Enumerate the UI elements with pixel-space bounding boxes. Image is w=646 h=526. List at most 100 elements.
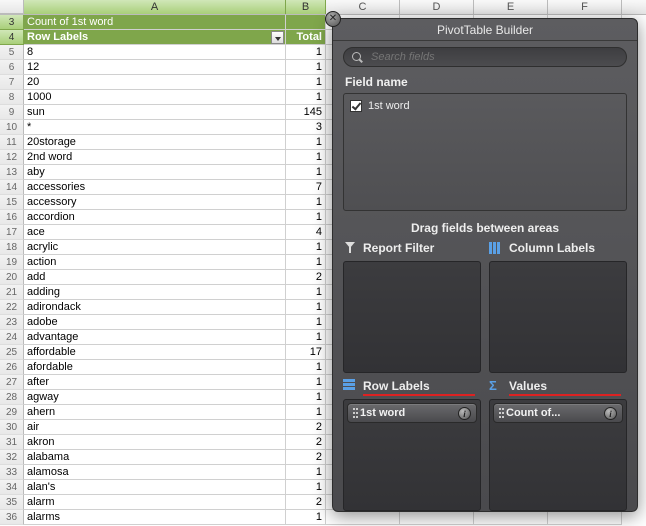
area-report-filter[interactable] [343, 261, 481, 373]
row-number[interactable]: 10 [0, 120, 24, 135]
row-label-cell[interactable]: add [24, 270, 286, 285]
info-icon[interactable]: i [458, 407, 471, 420]
row-label-cell[interactable]: adding [24, 285, 286, 300]
row-value-cell[interactable]: 1 [286, 210, 326, 225]
row-label-cell[interactable]: adobe [24, 315, 286, 330]
row-number[interactable]: 33 [0, 465, 24, 480]
row-value-cell[interactable]: 145 [286, 105, 326, 120]
row-label-cell[interactable]: akron [24, 435, 286, 450]
row-value-cell[interactable]: 1 [286, 465, 326, 480]
area-row-labels[interactable]: 1st word i [343, 399, 481, 511]
row-number[interactable]: 14 [0, 180, 24, 195]
row-number[interactable]: 16 [0, 210, 24, 225]
row-value-cell[interactable]: 1 [286, 90, 326, 105]
row-value-cell[interactable]: 1 [286, 375, 326, 390]
row-label-cell[interactable]: ace [24, 225, 286, 240]
row-number[interactable]: 31 [0, 435, 24, 450]
row-number[interactable]: 6 [0, 60, 24, 75]
row-value-cell[interactable]: 4 [286, 225, 326, 240]
row-number[interactable]: 19 [0, 255, 24, 270]
row-value-cell[interactable]: 1 [286, 285, 326, 300]
row-number[interactable]: 18 [0, 240, 24, 255]
filter-dropdown-icon[interactable] [271, 31, 284, 44]
row-value-cell[interactable]: 1 [286, 135, 326, 150]
row-label-cell[interactable]: affordable [24, 345, 286, 360]
row-value-cell[interactable]: 1 [286, 60, 326, 75]
row-number[interactable]: 35 [0, 495, 24, 510]
field-item-1st-word[interactable]: 1st word [350, 98, 620, 114]
row-value-cell[interactable]: 2 [286, 450, 326, 465]
row-value-cell[interactable]: 1 [286, 510, 326, 525]
row-number[interactable]: 5 [0, 45, 24, 60]
row-value-cell[interactable]: 1 [286, 360, 326, 375]
row-value-cell[interactable]: 1 [286, 195, 326, 210]
row-number[interactable]: 29 [0, 405, 24, 420]
select-all-corner[interactable] [0, 0, 24, 14]
row-label-cell[interactable]: accessories [24, 180, 286, 195]
row-number[interactable]: 17 [0, 225, 24, 240]
row-label-cell[interactable]: acrylic [24, 240, 286, 255]
row-label-cell[interactable]: 20storage [24, 135, 286, 150]
row-value-cell[interactable]: 2 [286, 495, 326, 510]
search-input[interactable] [369, 50, 618, 64]
col-header-F[interactable]: F [548, 0, 622, 14]
row-label-cell[interactable]: alamosa [24, 465, 286, 480]
row-label-cell[interactable]: ahern [24, 405, 286, 420]
row-value-cell[interactable]: 1 [286, 330, 326, 345]
row-value-cell[interactable]: 1 [286, 150, 326, 165]
checkbox-icon[interactable] [350, 100, 362, 112]
row-label-cell[interactable]: 1000 [24, 90, 286, 105]
row-label-cell[interactable]: alabama [24, 450, 286, 465]
col-header-A[interactable]: A [24, 0, 286, 14]
row-label-cell[interactable]: 8 [24, 45, 286, 60]
row-number[interactable]: 15 [0, 195, 24, 210]
row-number[interactable]: 11 [0, 135, 24, 150]
row-value-cell[interactable]: 1 [286, 405, 326, 420]
row-label-cell[interactable]: sun [24, 105, 286, 120]
row-labels-header[interactable]: Row Labels [24, 30, 286, 45]
row-number[interactable]: 30 [0, 420, 24, 435]
row-label-cell[interactable]: 2nd word [24, 150, 286, 165]
row-label-cell[interactable]: action [24, 255, 286, 270]
row-number[interactable]: 22 [0, 300, 24, 315]
row-number[interactable]: 12 [0, 150, 24, 165]
row-number[interactable]: 7 [0, 75, 24, 90]
row-label-cell[interactable]: 12 [24, 60, 286, 75]
pivot-title-cell[interactable]: Count of 1st word [24, 15, 286, 30]
field-list[interactable]: 1st word [343, 93, 627, 211]
row-label-cell[interactable]: after [24, 375, 286, 390]
row-value-cell[interactable]: 1 [286, 45, 326, 60]
row-number[interactable]: 24 [0, 330, 24, 345]
row-value-cell[interactable]: 1 [286, 75, 326, 90]
row-value-cell[interactable]: 1 [286, 480, 326, 495]
row-number[interactable]: 3 [0, 15, 24, 30]
row-number[interactable]: 23 [0, 315, 24, 330]
info-icon[interactable]: i [604, 407, 617, 420]
row-label-cell[interactable]: advantage [24, 330, 286, 345]
col-header-B[interactable]: B [286, 0, 326, 14]
row-value-cell[interactable]: 1 [286, 315, 326, 330]
row-value-cell[interactable]: 1 [286, 300, 326, 315]
row-number[interactable]: 9 [0, 105, 24, 120]
row-value-cell[interactable]: 2 [286, 420, 326, 435]
row-value-cell[interactable]: 7 [286, 180, 326, 195]
row-number[interactable]: 4 [0, 30, 24, 45]
row-label-cell[interactable]: adirondack [24, 300, 286, 315]
row-number[interactable]: 8 [0, 90, 24, 105]
field-search[interactable] [343, 47, 627, 67]
row-label-cell[interactable]: accordion [24, 210, 286, 225]
row-number[interactable]: 21 [0, 285, 24, 300]
row-label-cell[interactable]: accessory [24, 195, 286, 210]
row-number[interactable]: 26 [0, 360, 24, 375]
row-number[interactable]: 28 [0, 390, 24, 405]
pivottable-builder-panel[interactable]: ✕ PivotTable Builder Field name 1st word… [332, 18, 638, 512]
row-number[interactable]: 36 [0, 510, 24, 525]
pill-row-labels-0[interactable]: 1st word i [347, 403, 477, 423]
row-value-cell[interactable]: 1 [286, 255, 326, 270]
row-value-cell[interactable]: 1 [286, 240, 326, 255]
row-number[interactable]: 20 [0, 270, 24, 285]
row-label-cell[interactable]: alan's [24, 480, 286, 495]
row-value-cell[interactable]: 3 [286, 120, 326, 135]
row-label-cell[interactable]: aby [24, 165, 286, 180]
row-label-cell[interactable]: afordable [24, 360, 286, 375]
